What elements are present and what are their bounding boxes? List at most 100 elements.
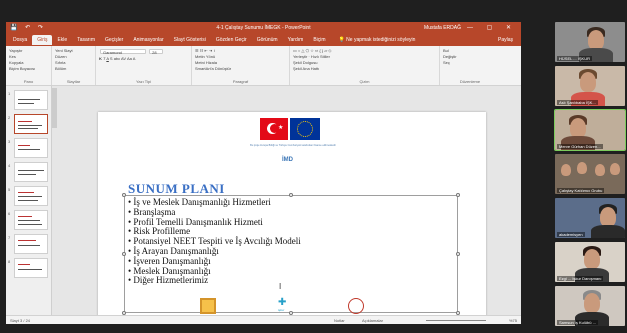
user-name[interactable]: Mustafa ERDAĞ xyxy=(424,25,461,31)
thumbnail-number: 6 xyxy=(8,211,11,216)
participant-name: akademisyen xyxy=(557,232,585,237)
font-format-buttons[interactable]: K T A S abc AV Aa A xyxy=(99,56,188,62)
tell-me-text: Ne yapmak istediğinizi söyleyin xyxy=(346,37,416,43)
notes-button[interactable]: Notlar xyxy=(334,318,345,323)
paragraph-group-label: Paragraf xyxy=(232,79,249,84)
comments-button[interactable]: Açıklamalar xyxy=(362,318,383,323)
imd-logo: İMD xyxy=(282,157,293,163)
participant-tile[interactable]: Samsun İş Kulübü ... xyxy=(555,286,625,326)
editing-group-label: Düzenleme xyxy=(459,79,481,84)
slide-counter: Slayt 3 / 24 xyxy=(10,318,31,323)
clipboard-group: Yapıştır Kes Kopyala Biçim Boyacısı Pano xyxy=(6,46,52,85)
status-bar: Slayt 3 / 24 Notlar Açıklamalar %75 xyxy=(6,315,521,324)
resize-handle[interactable] xyxy=(456,252,460,256)
slide-canvas[interactable]: ★ Bu proje Avrupa Birliği ve Türkiye Cum… xyxy=(98,112,486,324)
editing-group: Bul Değiştir Seç Düzenleme xyxy=(440,46,500,85)
thumbnail-scrollbar[interactable] xyxy=(52,88,57,128)
smartart-button[interactable]: SmartArt'a Dönüştür xyxy=(195,66,286,72)
slide-thumbnail[interactable]: 3 xyxy=(8,138,48,158)
powerpoint-window: 💾 ↶ ↷ 4-1 Çalıştay Sunumu İMEGK - PowerP… xyxy=(6,22,521,324)
slides-group-label: Slaytlar xyxy=(66,79,81,84)
section-button[interactable]: Bölüm xyxy=(55,66,92,72)
paragraph-group: ☰ ☷ ⇤ ⇥ ↕ Metin Yönü Metni Hizala SmartA… xyxy=(192,46,290,85)
slide-thumbnail[interactable]: 6 xyxy=(8,210,48,230)
thumbnail-number: 7 xyxy=(8,235,11,240)
slide-thumbnail-active[interactable]: 2 xyxy=(8,114,48,134)
ribbon: Yapıştır Kes Kopyala Biçim Boyacısı Pano… xyxy=(6,46,521,86)
zoom-slider[interactable] xyxy=(426,320,486,321)
slide-thumbnail[interactable]: 4 xyxy=(8,162,48,182)
ribbon-tabs: Dosya Giriş Ekle Tasarım Geçişler Animas… xyxy=(6,34,521,46)
slide-thumbnail[interactable]: 5 xyxy=(8,186,48,206)
participant-tile[interactable]: Çalıştay Katılımcı Grubu xyxy=(555,154,625,194)
lightbulb-icon: 💡 xyxy=(338,37,345,43)
slide-thumbnail[interactable]: 7 xyxy=(8,234,48,254)
drawing-group-label: Çizim xyxy=(359,79,370,84)
tab-animations[interactable]: Animasyonlar xyxy=(128,35,168,45)
participant-tile[interactable]: HÜSEL ... İŞKUR xyxy=(555,22,625,62)
participant-tile[interactable]: Ezgi ... İşkur Danışmanı xyxy=(555,242,625,282)
shape-outline-button[interactable]: Şekil Ana Hattı xyxy=(293,66,436,72)
slide-thumbnail[interactable]: 8 xyxy=(8,258,48,278)
tab-file[interactable]: Dosya xyxy=(8,35,32,45)
drawing-group: ▭ ○ △ ⬠ ☆ ⇨ { } ▱ ◇ Yerleştir · Hızlı St… xyxy=(290,46,440,85)
tab-slideshow[interactable]: Slayt Gösterisi xyxy=(169,35,211,45)
quick-styles-button[interactable]: Hızlı Stiller xyxy=(311,54,330,59)
slide-thumbnail[interactable]: 1 xyxy=(8,90,48,110)
participants-panel: HÜSEL ... İŞKUR Aslı Şanlıbaba İŞK... Me… xyxy=(554,22,626,327)
flags: ★ xyxy=(260,118,320,140)
thumbnail-number: 5 xyxy=(8,187,11,192)
eu-flag-icon xyxy=(290,118,320,140)
bullet-item: Diğer Hizmetlerimiz xyxy=(128,276,301,286)
thumbnail-number: 4 xyxy=(8,163,11,168)
tab-insert[interactable]: Ekle xyxy=(52,35,72,45)
clipboard-group-label: Pano xyxy=(23,79,34,84)
iskur-logo-text: işkur xyxy=(278,308,285,312)
thumbnail-number: 1 xyxy=(8,91,11,96)
tab-help[interactable]: Yardım xyxy=(283,35,309,45)
tab-home[interactable]: Giriş xyxy=(32,35,53,45)
select-button[interactable]: Seç xyxy=(443,60,497,66)
participant-name: Ezgi ... İşkur Danışmanı xyxy=(557,276,604,281)
font-group-label: Yazı Tipi xyxy=(135,79,152,84)
bullet-list[interactable]: İş ve Meslek Danışmanlığı Hizmetleri Bra… xyxy=(128,197,301,286)
format-painter-button[interactable]: Biçim Boyacısı xyxy=(9,66,48,72)
iskur-logo: ✚ işkur xyxy=(278,298,300,314)
font-group: Garamond 28 K T A S abc AV Aa A Yazı Tip… xyxy=(96,46,192,85)
thumbnail-number: 8 xyxy=(8,259,11,264)
participant-tile[interactable]: akademisyen xyxy=(555,198,625,238)
participant-name: Çalıştay Katılımcı Grubu xyxy=(557,188,605,193)
tab-format[interactable]: Biçim xyxy=(308,35,330,45)
font-size-select[interactable]: 28 xyxy=(149,49,164,55)
font-name-select[interactable]: Garamond xyxy=(100,49,146,55)
participant-name: HÜSEL ... İŞKUR xyxy=(557,56,592,61)
tab-view[interactable]: Görünüm xyxy=(252,35,283,45)
share-button[interactable]: Paylaş xyxy=(498,37,513,43)
flag-caption: Bu proje Avrupa Birliği ve Türkiye Cumhu… xyxy=(250,144,336,147)
ministry-seal-icon xyxy=(348,298,364,314)
tab-transitions[interactable]: Geçişler xyxy=(100,35,128,45)
tab-design[interactable]: Tasarım xyxy=(72,35,100,45)
turkey-flag-icon: ★ xyxy=(260,118,288,140)
resize-handle[interactable] xyxy=(122,193,126,197)
zoom-level[interactable]: %75 xyxy=(509,318,517,323)
participant-tile-active-speaker[interactable]: Merve Gürhan Düzen... xyxy=(554,109,626,151)
person-icon: ✚ xyxy=(278,297,287,308)
slide-thumbnail-pane[interactable]: 1 2 3 4 5 6 7 8 xyxy=(6,86,52,315)
thumbnail-number: 2 xyxy=(8,115,11,120)
resize-handle[interactable] xyxy=(289,193,293,197)
partner-logo xyxy=(200,298,216,314)
tell-me-search[interactable]: 💡 Ne yapmak istediğinizi söyleyin xyxy=(339,37,416,43)
participant-name: Merve Gürhan Düzen... xyxy=(557,144,603,149)
resize-handle[interactable] xyxy=(456,193,460,197)
arrange-button[interactable]: Yerleştir xyxy=(293,54,307,59)
tab-review[interactable]: Gözden Geçir xyxy=(211,35,252,45)
text-cursor-icon: I xyxy=(279,282,282,291)
participant-tile[interactable]: Aslı Şanlıbaba İŞK... xyxy=(555,66,625,106)
slides-group: Yeni Slayt Düzen Sıfırla Bölüm Slaytlar xyxy=(52,46,96,85)
work-area: 1 2 3 4 5 6 7 8 ★ Bu proje Avrupa Birliğ… xyxy=(6,86,521,324)
participant-name: Samsun İş Kulübü ... xyxy=(557,320,598,325)
window-controls[interactable]: — ▢ ✕ xyxy=(467,24,517,31)
resize-handle[interactable] xyxy=(122,252,126,256)
participant-name: Aslı Şanlıbaba İŞK... xyxy=(557,100,598,105)
